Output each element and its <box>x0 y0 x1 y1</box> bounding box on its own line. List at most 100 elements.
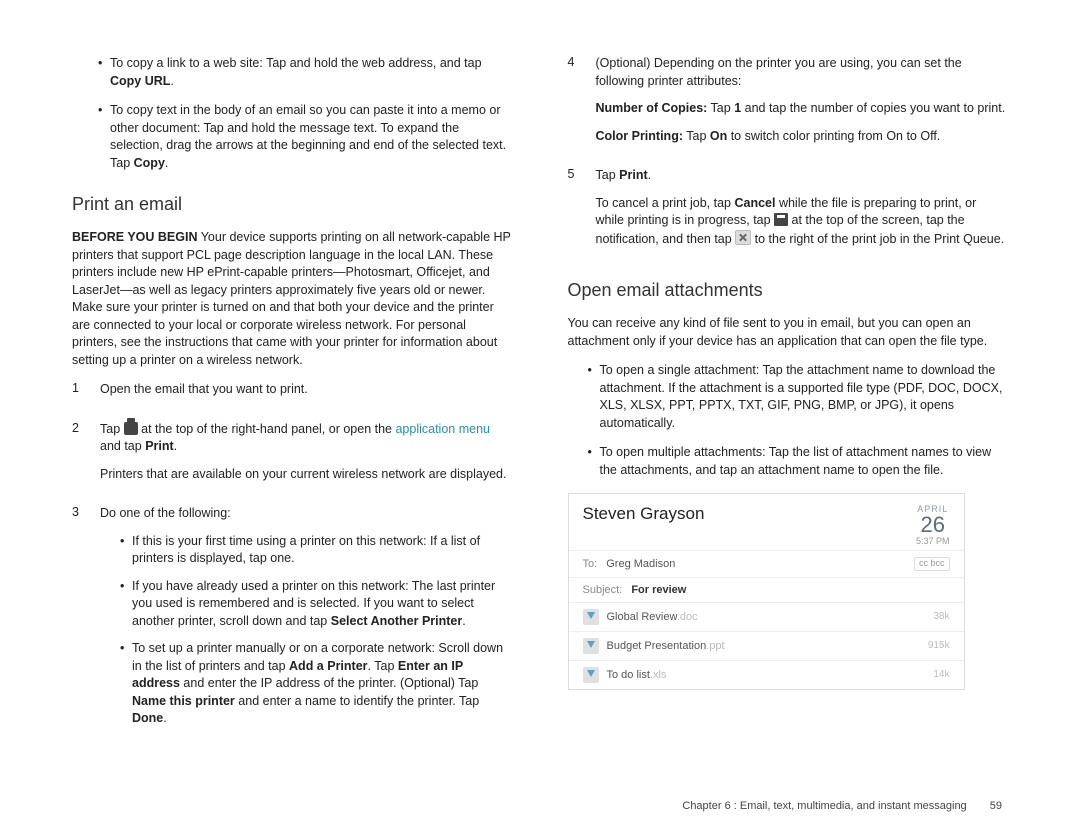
chapter-label: Chapter 6 : Email, text, multimedia, and… <box>682 800 966 812</box>
text: . <box>170 74 173 88</box>
text: and tap the number of copies you want to… <box>741 101 1005 115</box>
bullet: If this is your first time using a print… <box>132 533 513 568</box>
step-text: Tap Print. <box>596 167 1009 185</box>
download-icon <box>583 609 599 625</box>
text: to switch color printing from On to Off. <box>727 129 940 143</box>
step-note: Printers that are available on your curr… <box>100 466 513 484</box>
attachment-name: Global Review <box>607 611 677 623</box>
step-number: 1 <box>72 381 100 409</box>
attachment-row[interactable]: To do list.xls 14k <box>569 660 964 689</box>
save-icon <box>774 213 788 226</box>
before-you-begin: BEFORE YOU BEGIN Your device supports pr… <box>72 229 513 369</box>
step-2: 2 Tap at the top of the right-hand panel… <box>72 421 513 494</box>
email-day: 26 <box>916 514 950 536</box>
bullet: To open multiple attachments: Tap the li… <box>600 444 1009 479</box>
attachment-ext: .xls <box>650 669 667 681</box>
attachment-row[interactable]: Budget Presentation.ppt 915k <box>569 631 964 660</box>
subject-label: Subject: <box>583 584 623 596</box>
heading-open-attachments: Open email attachments <box>568 280 1009 301</box>
email-date: APRIL 26 5:37 PM <box>916 504 950 546</box>
label: BEFORE YOU BEGIN <box>72 230 197 244</box>
step-text: (Optional) Depending on the printer you … <box>596 55 1009 90</box>
text: to the right of the print job in the Pri… <box>751 232 1004 246</box>
text: Your device supports printing on all net… <box>72 230 511 367</box>
step-1: 1 Open the email that you want to print. <box>72 381 513 409</box>
email-card: Steven Grayson APRIL 26 5:37 PM To: Greg… <box>568 493 965 690</box>
text: . <box>165 156 168 170</box>
intro-bullets: To copy a link to a web site: Tap and ho… <box>72 55 513 172</box>
email-subject-row: Subject: For review <box>569 577 964 602</box>
number-of-copies: Number of Copies: Tap 1 and tap the numb… <box>596 100 1009 118</box>
email-from: Steven Grayson <box>583 504 705 546</box>
bold: Print <box>145 439 173 453</box>
text: and tap <box>100 439 145 453</box>
to-label: To: <box>583 558 598 570</box>
open-bullets: To open a single attachment: Tap the att… <box>568 362 1009 479</box>
application-menu-link[interactable]: application menu <box>395 422 490 436</box>
print-icon <box>124 422 138 435</box>
step-number: 2 <box>72 421 100 494</box>
right-column: 4 (Optional) Depending on the printer yo… <box>568 55 1009 750</box>
attachment-name: To do list <box>607 669 650 681</box>
left-column: To copy a link to a web site: Tap and ho… <box>72 55 513 750</box>
attachment-size: 38k <box>933 611 949 622</box>
bold: Copy <box>134 156 165 170</box>
open-intro: You can receive any kind of file sent to… <box>568 315 1009 350</box>
heading-print-email: Print an email <box>72 194 513 215</box>
text: . <box>648 168 651 182</box>
color-printing: Color Printing: Tap On to switch color p… <box>596 128 1009 146</box>
text: To copy text in the body of an email so … <box>110 103 506 170</box>
text: at the top of the right-hand panel, or o… <box>138 422 396 436</box>
bold: Name this printer <box>132 694 235 708</box>
step-3: 3 Do one of the following: If this is yo… <box>72 505 513 738</box>
page: To copy a link to a web site: Tap and ho… <box>0 0 1080 750</box>
download-icon <box>583 667 599 683</box>
attachment-ext: .doc <box>677 611 698 623</box>
bullet: To set up a printer manually or on a cor… <box>132 640 513 728</box>
text: Tap <box>596 168 620 182</box>
email-time: 5:37 PM <box>916 536 950 546</box>
step3-bullets: If this is your first time using a print… <box>100 533 513 728</box>
text: To cancel a print job, tap <box>596 196 735 210</box>
attachment-name: Budget Presentation <box>607 640 707 652</box>
step-text: Do one of the following: <box>100 505 513 523</box>
bold: Color Printing: <box>596 129 684 143</box>
cancel-note: To cancel a print job, tap Cancel while … <box>596 195 1009 249</box>
step-number: 4 <box>568 55 596 155</box>
page-number: 59 <box>990 800 1002 812</box>
step-text: Tap at the top of the right-hand panel, … <box>100 421 513 456</box>
step-5: 5 Tap Print. To cancel a print job, tap … <box>568 167 1009 258</box>
close-icon <box>735 230 751 245</box>
bold: Print <box>619 168 647 182</box>
attachment-ext: .ppt <box>706 640 724 652</box>
page-footer: Chapter 6 : Email, text, multimedia, and… <box>682 800 1002 812</box>
text: and enter the IP address of the printer.… <box>180 676 478 690</box>
text: Tap <box>100 422 124 436</box>
attachment-row[interactable]: Global Review.doc 38k <box>569 602 964 631</box>
text: Tap <box>707 101 734 115</box>
text: . Tap <box>368 659 398 673</box>
text: Tap <box>683 129 710 143</box>
text: . <box>174 439 177 453</box>
attachment-size: 915k <box>928 640 950 651</box>
bold: Copy URL <box>110 74 170 88</box>
bold: Add a Printer <box>289 659 368 673</box>
to-value: Greg Madison <box>606 558 675 570</box>
attachment-size: 14k <box>933 669 949 680</box>
bullet: If you have already used a printer on th… <box>132 578 513 631</box>
bold: Done <box>132 711 163 725</box>
step-number: 5 <box>568 167 596 258</box>
step-number: 3 <box>72 505 100 738</box>
subject-value: For review <box>631 584 686 596</box>
step-text: Open the email that you want to print. <box>100 381 513 399</box>
step-4: 4 (Optional) Depending on the printer yo… <box>568 55 1009 155</box>
bold: Cancel <box>734 196 775 210</box>
bold: On <box>710 129 727 143</box>
bullet-copy-url: To copy a link to a web site: Tap and ho… <box>110 55 513 90</box>
bullet-copy-text: To copy text in the body of an email so … <box>110 102 513 172</box>
text: . <box>163 711 166 725</box>
bold: Select Another Printer <box>331 614 463 628</box>
cc-bcc-button[interactable]: cc bcc <box>914 557 950 571</box>
download-icon <box>583 638 599 654</box>
email-to-row: To: Greg Madison cc bcc <box>569 550 964 577</box>
